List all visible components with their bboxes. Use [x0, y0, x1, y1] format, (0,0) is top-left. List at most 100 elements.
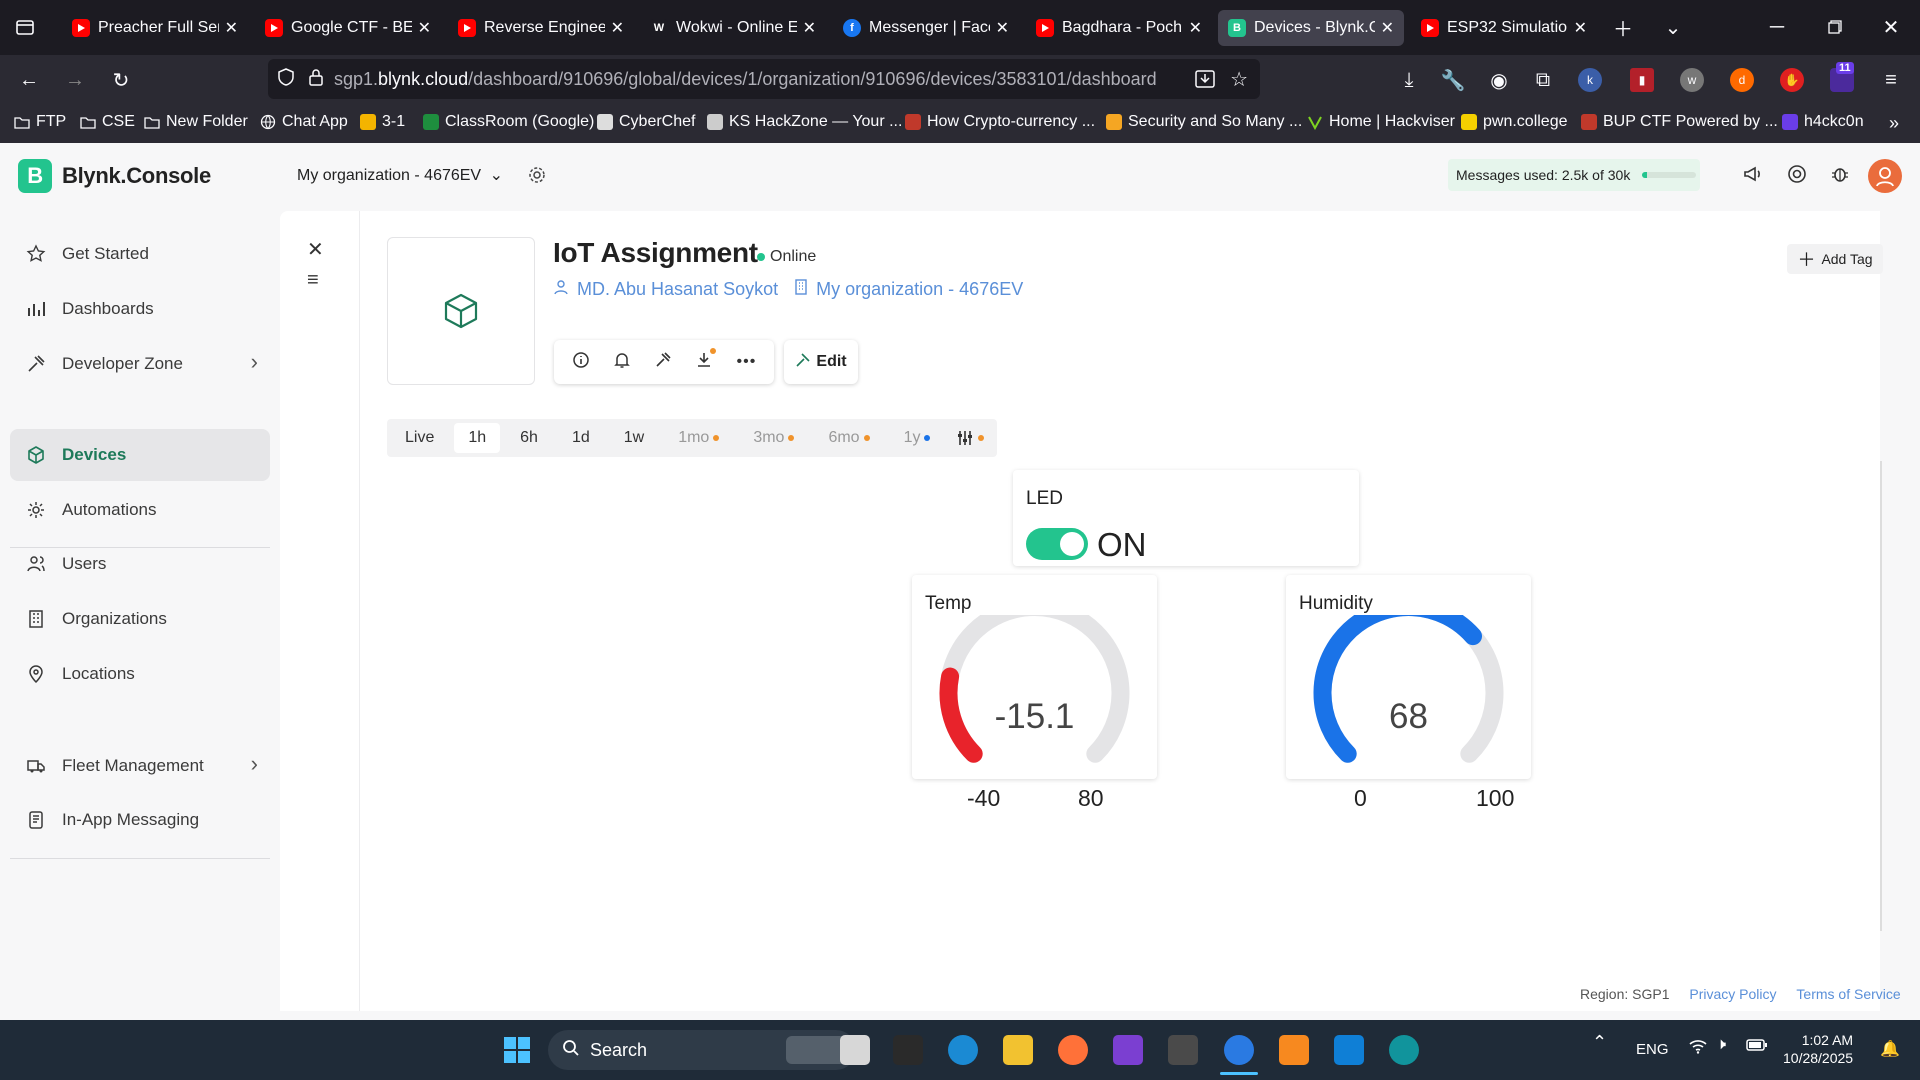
sidebar-item-automations[interactable]: Automations — [10, 484, 270, 536]
time-range-3mo[interactable]: 3mo — [739, 423, 808, 453]
firefox-icon[interactable] — [1058, 1035, 1088, 1065]
vscode-icon[interactable] — [1334, 1035, 1364, 1065]
add-tag-button[interactable]: ＋ Add Tag — [1787, 244, 1883, 274]
sidebar-item-in-app-messaging[interactable]: In-App Messaging — [10, 794, 270, 846]
time-range-6mo[interactable]: 6mo — [814, 423, 883, 453]
account-icon[interactable]: ◉ — [1486, 67, 1512, 93]
close-window-icon[interactable]: ✕ — [1878, 14, 1904, 40]
close-tab-icon[interactable]: ✕ — [1381, 18, 1394, 38]
user-avatar[interactable] — [1868, 159, 1902, 193]
new-tab-icon[interactable]: ＋ — [1610, 14, 1636, 41]
more-options-icon[interactable]: ••• — [737, 353, 757, 371]
xampp-icon[interactable] — [1279, 1035, 1309, 1065]
bookmark-item[interactable]: CSE — [80, 113, 135, 131]
time-range-1h[interactable]: 1h — [454, 423, 501, 453]
bookmark-item[interactable]: Home | Hackviser — [1307, 113, 1455, 131]
extension-red-icon[interactable]: ▮ — [1630, 68, 1654, 92]
forward-icon[interactable]: → — [62, 67, 88, 93]
messages-usage[interactable]: Messages used: 2.5k of 30k — [1448, 159, 1700, 191]
wrench-icon[interactable]: 🔧 — [1440, 67, 1466, 93]
scrollbar[interactable] — [1880, 461, 1882, 931]
close-tab-icon[interactable]: ✕ — [996, 18, 1009, 38]
back-icon[interactable]: ← — [16, 67, 42, 93]
tools-icon[interactable] — [654, 351, 672, 374]
extensions-icon[interactable]: ⧉ — [1530, 67, 1556, 93]
close-tab-icon[interactable]: ✕ — [1189, 18, 1202, 38]
close-tab-icon[interactable]: ✕ — [611, 18, 624, 38]
device-owner-link[interactable]: MD. Abu Hasanat Soykot — [577, 279, 778, 300]
led-toggle-switch[interactable] — [1026, 528, 1088, 560]
time-range-1y[interactable]: 1y — [890, 423, 945, 453]
save-page-icon[interactable] — [1194, 68, 1216, 95]
downloads-icon[interactable]: ⤓ — [1396, 67, 1422, 93]
bookmark-item[interactable]: New Folder — [144, 113, 248, 131]
bookmark-item[interactable]: ClassRoom (Google) — [423, 113, 594, 131]
speaker-muted-icon[interactable]: 🕨 — [1716, 1036, 1726, 1054]
tab-overflow-chevron-icon[interactable]: ⌄ — [1660, 14, 1686, 40]
bell-icon[interactable] — [613, 351, 631, 374]
browser-tab[interactable]: W Wokwi - Online ES ✕ — [640, 10, 826, 46]
close-tab-icon[interactable]: ✕ — [1574, 18, 1587, 38]
bookmark-item[interactable]: Chat App — [260, 113, 348, 131]
bookmarks-overflow-icon[interactable]: » — [1882, 111, 1906, 135]
bug-report-icon[interactable] — [1829, 163, 1853, 187]
bookmark-star-icon[interactable]: ☆ — [1230, 67, 1248, 92]
sidebar-item-devices[interactable]: Devices — [10, 429, 270, 481]
close-tab-icon[interactable]: ✕ — [225, 18, 238, 38]
task-view-icon[interactable] — [840, 1035, 870, 1065]
privacy-policy-link[interactable]: Privacy Policy — [1689, 986, 1776, 1002]
bookmark-item[interactable]: KS HackZone — Your ... — [707, 113, 902, 131]
browser-tab[interactable]: Preacher Full Serie ✕ — [62, 10, 248, 46]
minimize-icon[interactable]: ─ — [1764, 14, 1790, 40]
time-range-1mo[interactable]: 1mo — [664, 423, 733, 453]
extension-duckduckgo-icon[interactable]: d — [1730, 68, 1754, 92]
extension-k-icon[interactable]: k — [1578, 68, 1602, 92]
bookmark-item[interactable]: CyberChef — [597, 113, 695, 131]
blynk-logo[interactable]: B Blynk.Console — [18, 159, 211, 193]
hamburger-menu-icon[interactable]: ≡ — [307, 269, 319, 292]
bookmark-item[interactable]: FTP — [14, 113, 66, 131]
custom-range-sliders-icon[interactable] — [950, 423, 990, 453]
time-range-1w[interactable]: 1w — [610, 423, 658, 453]
help-lifebuoy-icon[interactable] — [1786, 163, 1810, 187]
url-bar[interactable]: sgp1. blynk.cloud/dashboard/910696/global… — [268, 59, 1260, 99]
sidebar-item-dashboards[interactable]: Dashboards — [10, 283, 270, 335]
browser-tab[interactable]: Google CTF - BEGI ✕ — [255, 10, 441, 46]
arduino-icon[interactable] — [1389, 1035, 1419, 1065]
sidebar-item-get-started[interactable]: Get Started — [10, 228, 270, 280]
bookmark-item[interactable]: h4ckc0n — [1782, 113, 1864, 131]
org-settings-gear-icon[interactable] — [527, 165, 547, 190]
bookmark-item[interactable]: pwn.college — [1461, 113, 1568, 131]
close-icon[interactable]: ✕ — [307, 237, 324, 262]
sidebar-item-fleet-management[interactable]: Fleet Management › — [10, 740, 270, 792]
time-range-6h[interactable]: 6h — [506, 423, 552, 453]
music-app-icon[interactable] — [893, 1035, 923, 1065]
close-tab-icon[interactable]: ✕ — [418, 18, 431, 38]
sidebar-item-organizations[interactable]: Organizations — [10, 593, 270, 645]
close-tab-icon[interactable]: ✕ — [803, 18, 816, 38]
restore-icon[interactable] — [1822, 14, 1848, 40]
bookmark-item[interactable]: 3-1 — [360, 113, 405, 131]
sidebar-item-locations[interactable]: Locations — [10, 648, 270, 700]
bookmark-item[interactable]: BUP CTF Powered by ... — [1581, 113, 1778, 131]
time-range-Live[interactable]: Live — [391, 423, 448, 453]
edit-dashboard-button[interactable]: Edit — [784, 340, 858, 384]
browser-tab[interactable]: f Messenger | Faceb ✕ — [833, 10, 1019, 46]
tray-overflow-chevron-icon[interactable]: ⌃ — [1592, 1032, 1607, 1053]
edge-icon[interactable] — [948, 1035, 978, 1065]
extension-w-icon[interactable]: w — [1680, 68, 1704, 92]
browser-tab[interactable]: B Devices - Blynk.Co ✕ — [1218, 10, 1404, 46]
device-organization-link[interactable]: My organization - 4676EV — [816, 279, 1023, 300]
firefox-dev-icon[interactable] — [1224, 1035, 1254, 1065]
terms-of-service-link[interactable]: Terms of Service — [1796, 986, 1900, 1002]
announcements-megaphone-icon[interactable] — [1742, 163, 1766, 187]
language-indicator[interactable]: ENG — [1636, 1041, 1669, 1058]
taskbar-clock[interactable]: 1:02 AM 10/28/2025 — [1783, 1031, 1853, 1067]
tab-list-icon[interactable] — [12, 14, 38, 40]
battery-icon[interactable] — [1746, 1038, 1768, 1056]
info-icon[interactable] — [572, 351, 590, 374]
bookmark-item[interactable]: Security and So Many ... — [1106, 113, 1302, 131]
taskbar-search[interactable]: Search — [548, 1030, 856, 1070]
windows-start-icon[interactable] — [502, 1035, 532, 1065]
wifi-icon[interactable] — [1688, 1038, 1708, 1058]
